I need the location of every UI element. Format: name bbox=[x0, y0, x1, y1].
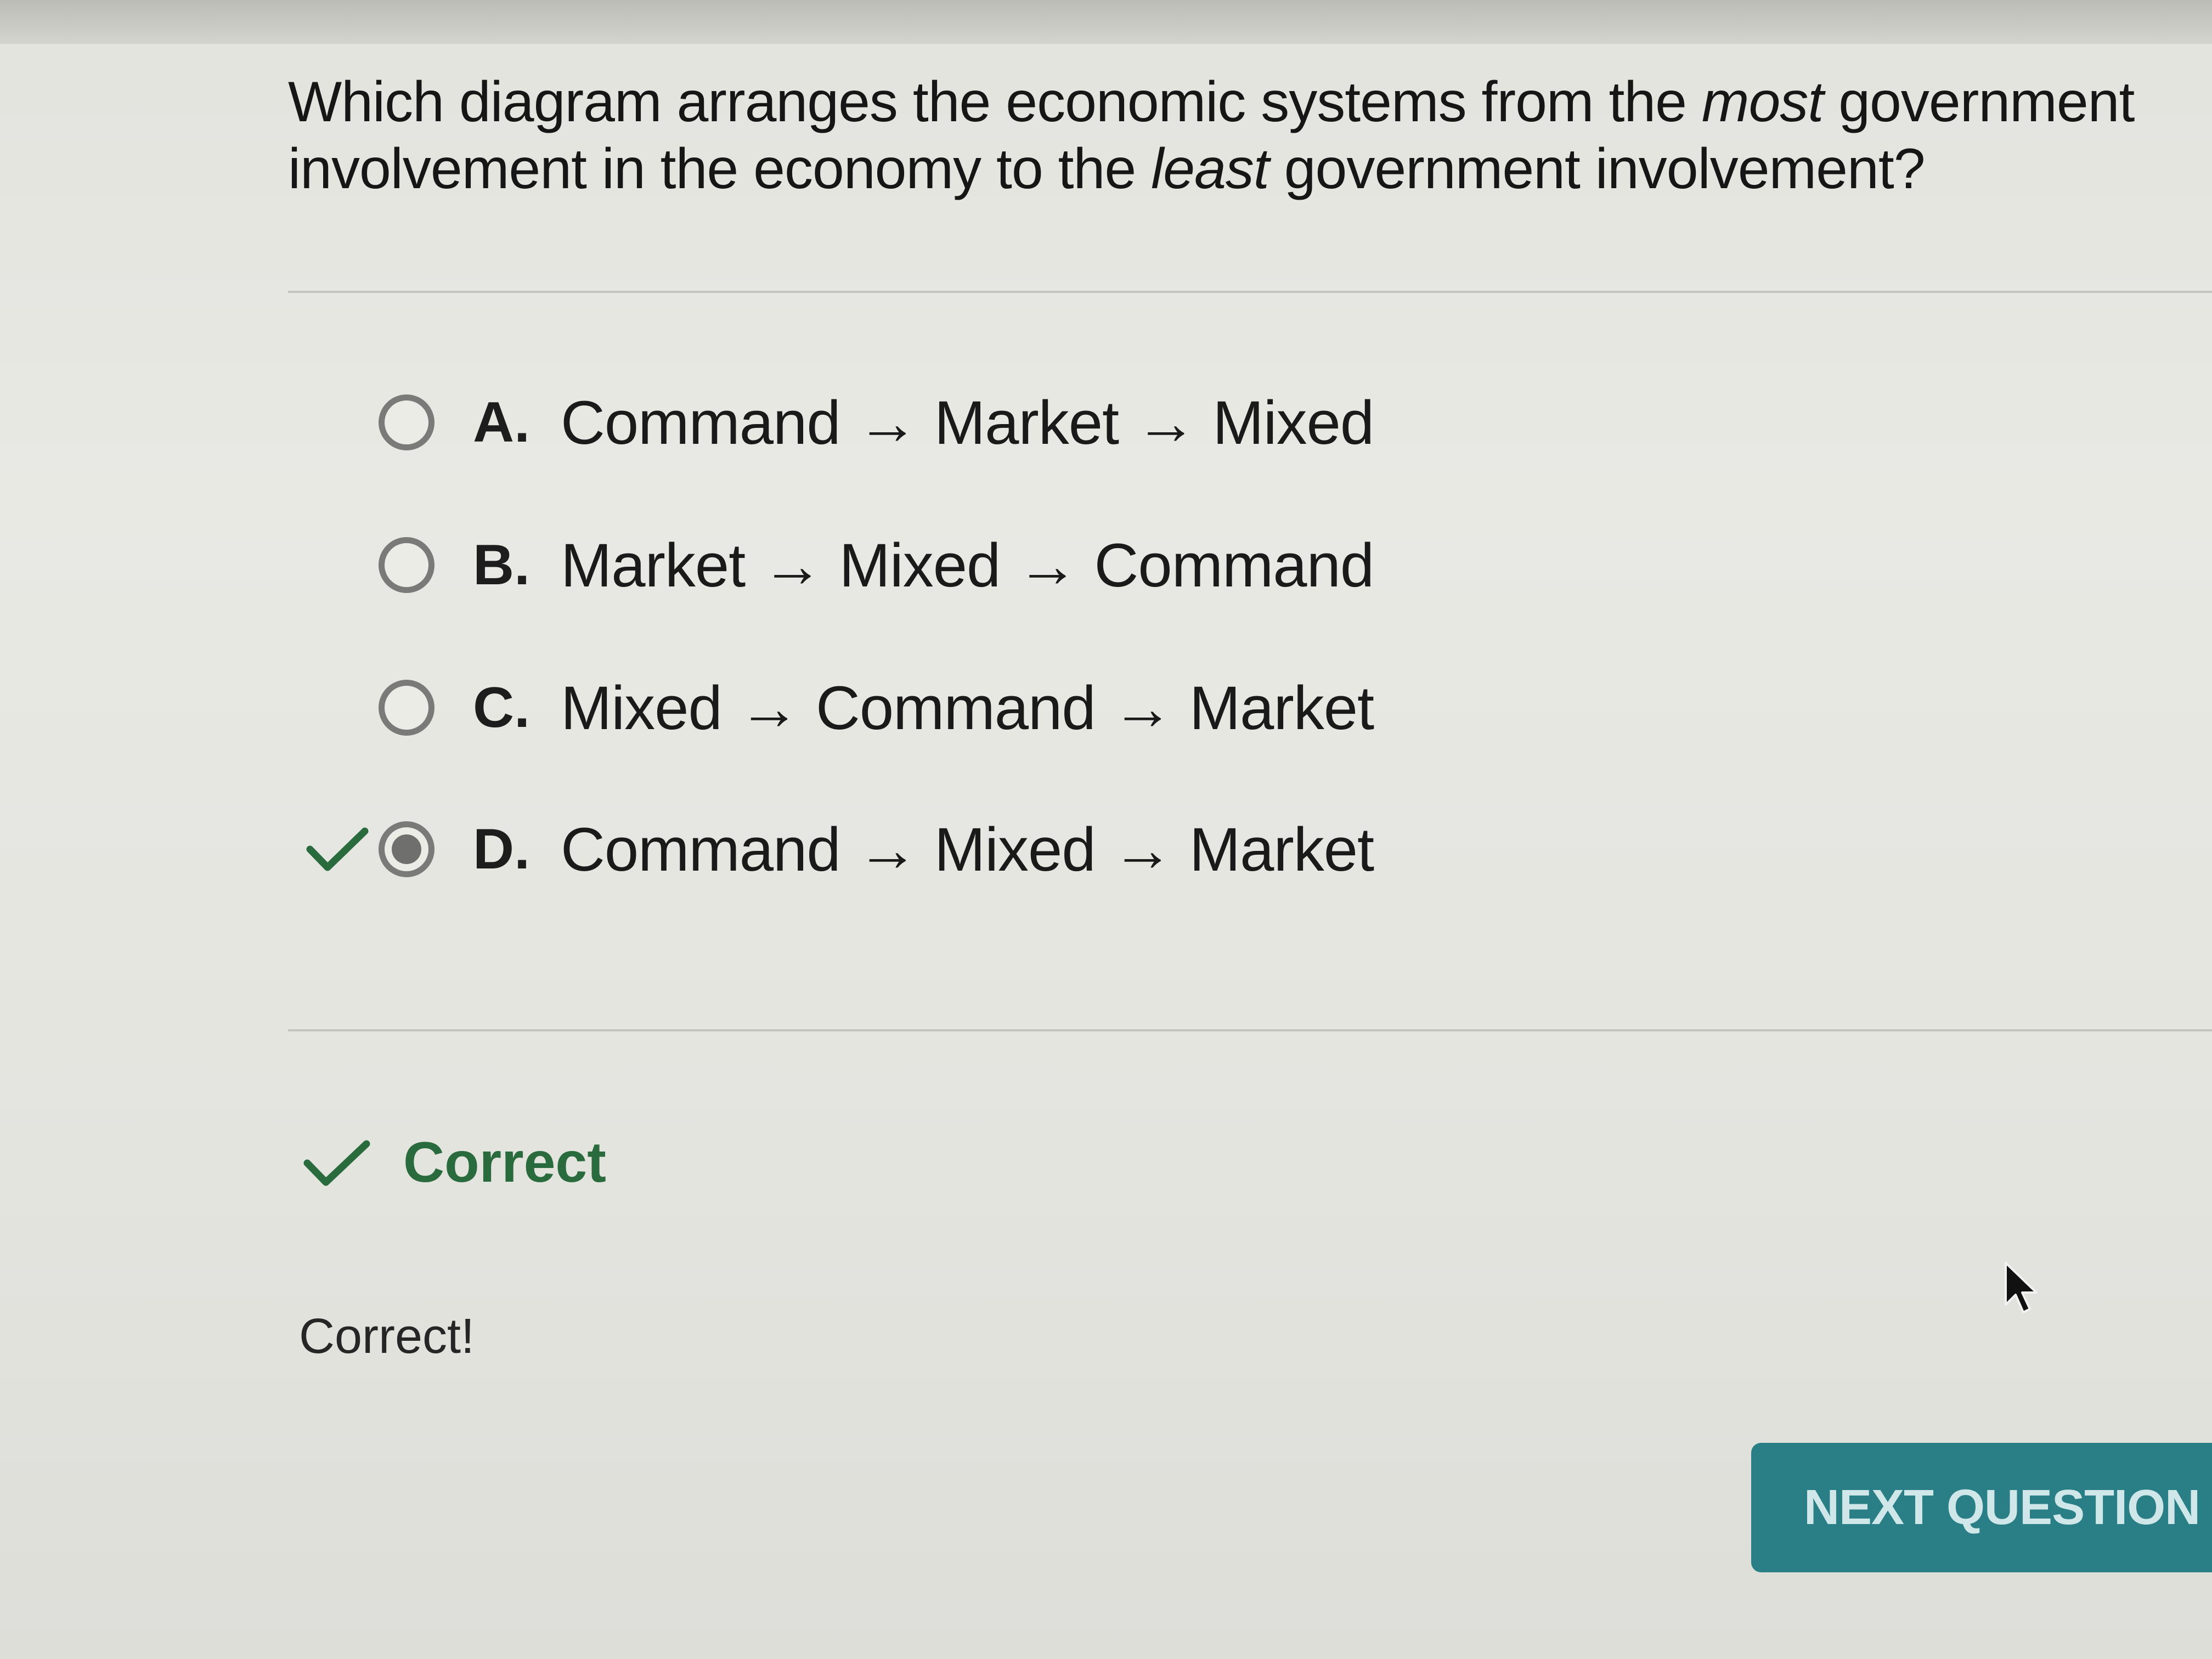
radio-button-d[interactable] bbox=[379, 821, 435, 877]
option-text-a: Command → Market → Mixed bbox=[561, 388, 1374, 457]
next-question-button[interactable]: NEXT QUESTION bbox=[1751, 1443, 2212, 1572]
check-icon bbox=[302, 1138, 373, 1188]
option-letter-a: A. bbox=[473, 390, 530, 454]
question-text-1: Which diagram arranges the economic syst… bbox=[288, 70, 1702, 134]
correct-check-icon bbox=[296, 805, 379, 893]
question-text-3: government involvement? bbox=[1268, 137, 1926, 201]
option-text-c: Mixed → Command → Market bbox=[561, 673, 1374, 742]
answer-option-d[interactable]: D. Command → Mixed → Market bbox=[296, 805, 1613, 893]
feedback-text: Correct! bbox=[299, 1309, 475, 1364]
radio-button-c[interactable] bbox=[379, 680, 435, 736]
top-bezel bbox=[0, 0, 2212, 44]
option-letter-c: C. bbox=[473, 675, 530, 740]
result-label: Correct bbox=[403, 1131, 606, 1194]
answer-option-c[interactable]: C. Mixed → Command → Market bbox=[296, 664, 1613, 752]
check-slot-a bbox=[296, 379, 379, 466]
answer-option-a[interactable]: A. Command → Market → Mixed bbox=[296, 379, 1613, 466]
answer-option-b[interactable]: B. Market → Mixed → Command bbox=[296, 521, 1613, 609]
question-emphasis-most: most bbox=[1701, 70, 1824, 134]
option-letter-b: B. bbox=[473, 533, 530, 597]
mouse-cursor-icon bbox=[2005, 1262, 2038, 1313]
option-letter-d: D. bbox=[473, 817, 530, 881]
quiz-screen: Which diagram arranges the economic syst… bbox=[0, 0, 2212, 1659]
question-emphasis-least: least bbox=[1151, 137, 1269, 201]
question-prompt: Which diagram arranges the economic syst… bbox=[288, 69, 2181, 202]
radio-button-a[interactable] bbox=[379, 394, 435, 450]
option-text-d: Command → Mixed → Market bbox=[561, 815, 1374, 884]
option-text-b: Market → Mixed → Command bbox=[561, 531, 1374, 600]
check-slot-c bbox=[296, 664, 379, 752]
check-slot-b bbox=[296, 521, 379, 609]
result-status: Correct bbox=[302, 1130, 606, 1195]
divider-bottom bbox=[288, 1029, 2212, 1031]
radio-button-b[interactable] bbox=[379, 537, 435, 593]
divider-top bbox=[288, 291, 2212, 293]
